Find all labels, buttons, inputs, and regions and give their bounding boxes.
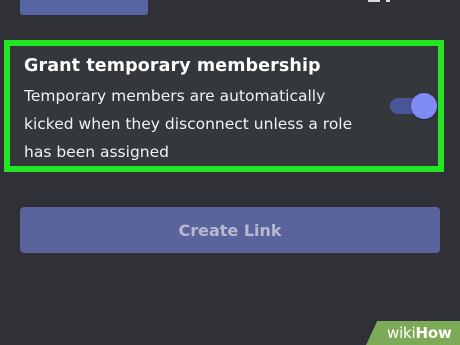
watermark-how-text: How xyxy=(415,324,452,342)
toggle-knob xyxy=(411,93,437,119)
wikihow-watermark: wikiHow xyxy=(387,323,452,343)
partial-button-above[interactable] xyxy=(20,0,148,15)
watermark-wiki-text: wiki xyxy=(387,324,416,342)
create-link-button[interactable]: Create Link xyxy=(20,207,440,253)
temporary-membership-setting: Grant temporary membership Temporary mem… xyxy=(4,40,444,172)
temporary-membership-toggle[interactable] xyxy=(390,93,437,119)
setting-title: Grant temporary membership xyxy=(24,56,321,76)
partial-text-above xyxy=(368,0,408,6)
setting-description: Temporary members are automatically kick… xyxy=(24,87,353,161)
